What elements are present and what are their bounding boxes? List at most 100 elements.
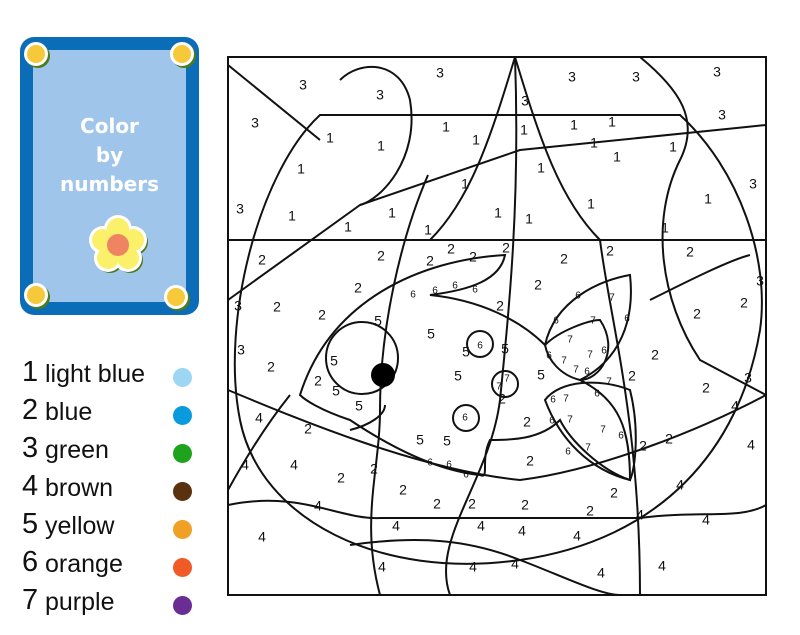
region-number: 4	[258, 529, 266, 545]
region-number: 3	[234, 298, 242, 314]
region-number: 2	[304, 421, 312, 437]
region-number: 6	[550, 395, 556, 406]
region-number: 6	[452, 281, 458, 292]
region-number: 4	[636, 507, 644, 523]
region-number: 3	[756, 273, 764, 289]
region-number: 1	[570, 117, 578, 133]
region-number: 2	[740, 295, 748, 311]
region-number: 6	[594, 389, 600, 400]
region-number: 5	[427, 326, 435, 342]
region-number: 4	[314, 498, 322, 514]
region-number: 3	[521, 93, 529, 109]
region-number: 3	[436, 65, 444, 81]
region-number: 6	[462, 413, 468, 424]
region-number: 3	[749, 176, 757, 192]
region-number: 2	[370, 461, 378, 477]
region-number: 6	[472, 285, 478, 296]
region-number: 2	[628, 368, 636, 384]
region-number: 2	[314, 373, 322, 389]
region-number: 3	[251, 115, 259, 131]
region-number: 2	[469, 249, 477, 265]
region-number: 4	[597, 565, 605, 581]
region-number: 1	[472, 132, 480, 148]
region-number: 1	[590, 135, 598, 151]
region-number: 2	[354, 280, 362, 296]
region-number: 1	[288, 208, 296, 224]
region-number: 6	[553, 316, 559, 327]
region-number: 2	[267, 359, 275, 375]
region-number: 2	[560, 251, 568, 267]
region-number: 7	[561, 356, 567, 367]
region-number: 5	[537, 367, 545, 383]
region-number: 6	[584, 367, 590, 378]
region-number: 4	[241, 457, 249, 473]
region-number: 5	[330, 353, 338, 369]
region-number: 1	[704, 191, 712, 207]
region-number: 6	[410, 290, 416, 301]
region-number: 2	[534, 277, 542, 293]
region-number: 6	[565, 447, 571, 458]
region-number: 3	[568, 69, 576, 85]
region-numbers: 33333 3 33 33333331 1111 1 11111 111 11 1 1 11 1 12 2 2…	[234, 64, 764, 581]
region-number: 7	[587, 350, 593, 361]
region-number: 6	[427, 458, 433, 469]
region-number: 2	[693, 306, 701, 322]
region-number: 5	[454, 368, 462, 384]
region-number: 4	[676, 477, 684, 493]
region-number: 4	[518, 523, 526, 539]
region-number: 1	[613, 149, 621, 165]
region-number: 2	[468, 496, 476, 512]
region-number: 2	[273, 299, 281, 315]
region-number: 2	[258, 252, 266, 268]
region-number: 1	[297, 161, 305, 177]
region-number: 1	[344, 219, 352, 235]
region-number: 1	[520, 122, 528, 138]
region-number: 2	[639, 438, 647, 454]
region-number: 1	[424, 222, 432, 238]
region-number: 7	[573, 365, 579, 376]
region-number: 1	[442, 119, 450, 135]
region-number: 2	[426, 253, 434, 269]
region-number: 2	[606, 243, 614, 259]
region-number: 2	[447, 241, 455, 257]
region-number: 5	[355, 398, 363, 414]
region-number: 5	[374, 313, 382, 329]
region-number: 6	[549, 416, 555, 427]
region-number: 6	[624, 314, 630, 325]
region-number: 1	[377, 138, 385, 154]
region-number: 7	[496, 382, 502, 393]
fish-top-fin	[543, 273, 632, 382]
region-number: 6	[575, 291, 581, 302]
region-number: 2	[610, 485, 618, 501]
region-number: 2	[521, 497, 529, 513]
region-number: 6	[432, 286, 438, 297]
region-number: 2	[399, 482, 407, 498]
region-number: 4	[511, 556, 519, 572]
region-number: 6	[463, 470, 469, 481]
region-number: 4	[747, 437, 755, 453]
fish-pupil	[371, 363, 395, 387]
region-number: 7	[590, 316, 596, 327]
region-number: 1	[661, 220, 669, 236]
region-number: 3	[632, 69, 640, 85]
region-number: 5	[332, 383, 340, 399]
region-number: 7	[606, 377, 612, 388]
region-number: 1	[525, 211, 533, 227]
region-number: 4	[378, 559, 386, 575]
region-number: 6	[601, 346, 607, 357]
region-number: 7	[504, 374, 510, 385]
region-number: 2	[665, 431, 673, 447]
region-number: 7	[567, 415, 573, 426]
region-number: 3	[299, 77, 307, 93]
region-number: 1	[494, 205, 502, 221]
region-number: 4	[469, 559, 477, 575]
region-number: 5	[416, 432, 424, 448]
region-number: 2	[377, 248, 385, 264]
region-number: 4	[658, 558, 666, 574]
region-number: 1	[608, 114, 616, 130]
region-line	[349, 539, 621, 596]
region-number: 2	[337, 470, 345, 486]
region-number: 2	[651, 347, 659, 363]
region-number: 3	[713, 64, 721, 80]
region-number: 4	[731, 398, 739, 414]
